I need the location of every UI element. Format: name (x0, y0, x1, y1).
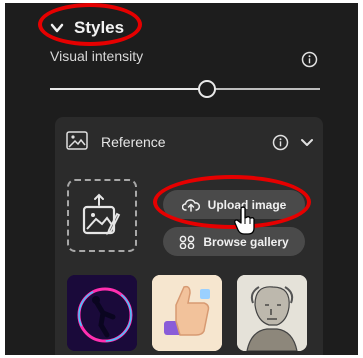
style-thumbnail[interactable] (67, 275, 137, 351)
annotation-circle-styles (38, 3, 142, 46)
styles-panel: Styles Visual intensity Reference Upload… (5, 3, 358, 355)
visual-intensity-label: Visual intensity (50, 48, 144, 64)
image-drop-zone[interactable] (67, 179, 137, 252)
annotation-circle-upload (153, 175, 311, 229)
hand-cursor-icon (234, 206, 255, 235)
thumbs-up-icon (152, 275, 222, 351)
reference-title: Reference (101, 134, 166, 150)
style-thumbnail[interactable] (152, 275, 222, 351)
browse-gallery-label: Browse gallery (203, 234, 289, 249)
neon-ring-figure-icon (67, 275, 137, 351)
chevron-down-icon[interactable] (301, 138, 313, 148)
visual-intensity-slider[interactable] (50, 79, 320, 99)
reference-image-icon (66, 131, 88, 150)
info-icon[interactable] (272, 134, 289, 151)
reference-card: Reference Upload image Browse gallery (55, 117, 323, 355)
info-icon[interactable] (301, 51, 318, 68)
portrait-sketch-icon (237, 275, 307, 351)
gallery-icon (179, 235, 195, 249)
upload-image-icon (82, 193, 121, 236)
slider-thumb[interactable] (197, 80, 216, 98)
style-thumbnail[interactable] (237, 275, 307, 351)
slider-track-fill (50, 88, 207, 90)
